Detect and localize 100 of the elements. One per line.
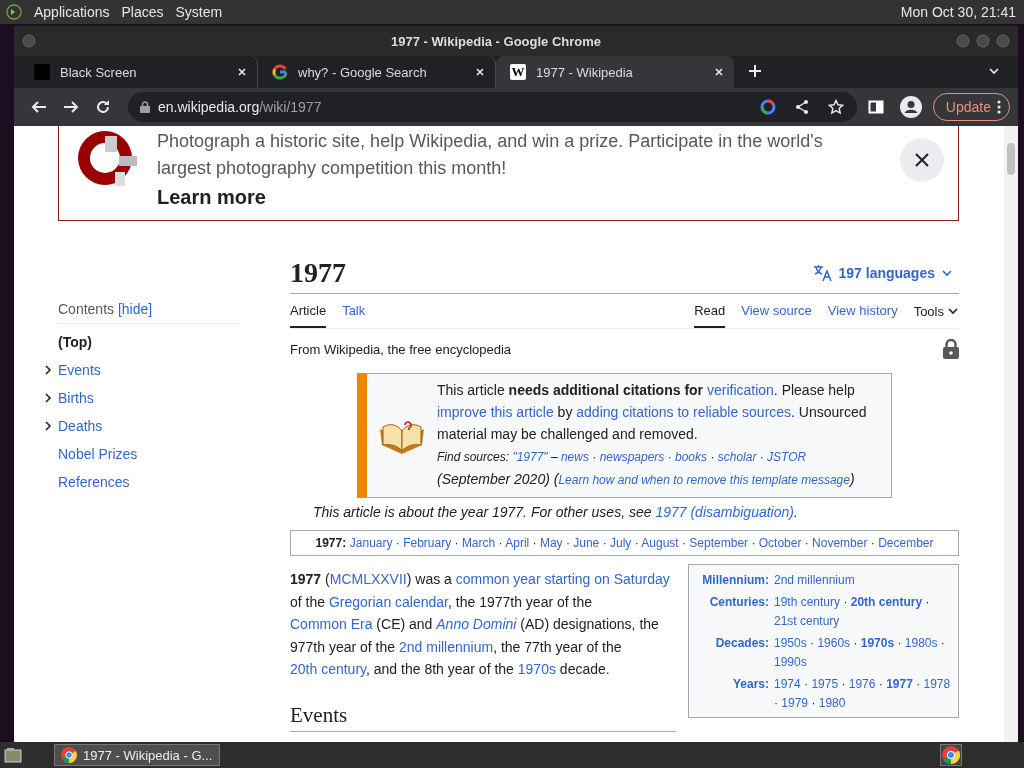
- infobox-label: Millennium:: [701, 572, 769, 589]
- infobox-label: Years:: [731, 676, 769, 693]
- arrow-left-icon: [31, 99, 47, 115]
- scrollbar[interactable]: [1004, 126, 1018, 742]
- browser-icon: [942, 746, 960, 764]
- link[interactable]: 1977 (disambiguation): [655, 504, 794, 520]
- close-icon: [237, 67, 247, 77]
- toc-item[interactable]: References: [58, 468, 130, 496]
- tab-title: why? - Google Search: [298, 64, 428, 80]
- find-sources-text: Find sources: "1977" – news · newspapers · books · scholar · JSTOR (September 2020) (Learn how and when to remove this template message): [437, 449, 856, 489]
- link[interactable]: October: [758, 536, 802, 550]
- toc-item[interactable]: Events: [58, 356, 101, 384]
- lock-icon: [943, 339, 959, 359]
- page-tab[interactable]: Article: [290, 294, 327, 328]
- star-icon: [827, 99, 844, 115]
- link[interactable]: 1978: [923, 677, 951, 691]
- notice-text: This article needs additional citations for verification. Please help improve this article by adding citations to reliable sources. Unsourced material may be challenged and removed.: [437, 381, 868, 444]
- link[interactable]: May: [539, 536, 563, 550]
- link[interactable]: September: [689, 536, 749, 550]
- lead-paragraph: 1977 (MCMLXXVII) was a common year starting on Saturday of the Gregorian calendar, the 1977th year of the Common Era (CE) and Anno Domini (AD) designations, the 977th year of the 2nd millennium, the 77th year of the 20th century, and the 8th year of the 1970s decade.: [290, 570, 671, 679]
- taskbar-button[interactable]: 1977 - Wikipedia - G...: [54, 744, 220, 766]
- link[interactable]: newspapers: [599, 450, 665, 464]
- link[interactable]: Anno Domini: [436, 616, 517, 632]
- link[interactable]: 2nd millennium: [774, 573, 855, 587]
- link[interactable]: November: [812, 536, 868, 550]
- address-bar[interactable]: en.wikipedia.org/wiki/1977: [128, 92, 857, 122]
- panel-menu[interactable]: Places: [121, 4, 164, 20]
- link[interactable]: 20th century: [850, 595, 923, 609]
- link[interactable]: 1980s: [904, 636, 938, 650]
- link[interactable]: July: [609, 536, 632, 550]
- link[interactable]: MCMLXXVII: [329, 571, 407, 587]
- close-button[interactable]: [900, 138, 944, 182]
- link[interactable]: 1977: [886, 677, 913, 691]
- arrow-right-icon: [63, 99, 79, 115]
- avatar-icon: [899, 96, 922, 118]
- browser-tab[interactable]: W 1977 - Wikipedia: [496, 56, 734, 88]
- square-icon: [34, 64, 50, 80]
- link[interactable]: June: [573, 536, 600, 550]
- link[interactable]: 1974: [774, 677, 801, 691]
- tools-menu[interactable]: Tools: [913, 294, 959, 328]
- ring-icon: [272, 64, 288, 80]
- learn-more-link[interactable]: Learn more: [157, 184, 266, 211]
- url-text: en.wikipedia.org/wiki/1977: [158, 99, 323, 115]
- link[interactable]: August: [641, 536, 679, 550]
- link[interactable]: common year starting on Saturday: [455, 571, 670, 587]
- link[interactable]: December: [878, 536, 934, 550]
- panel-menu[interactable]: Applications: [34, 4, 110, 20]
- translate-icon: [812, 264, 833, 282]
- link[interactable]: 1960s: [817, 636, 851, 650]
- page-tab[interactable]: Talk: [342, 294, 366, 328]
- link[interactable]: scholar: [717, 450, 757, 464]
- circle-icon: [976, 34, 990, 48]
- browser-launcher[interactable]: [940, 744, 962, 766]
- link[interactable]: "1977": [512, 450, 548, 464]
- link[interactable]: 1979: [781, 696, 809, 710]
- tagline: From Wikipedia, the free encyclopedia: [290, 341, 512, 357]
- link[interactable]: 1976: [848, 677, 876, 691]
- link[interactable]: Learn how and when to remove this template message: [558, 473, 850, 487]
- link[interactable]: April: [505, 536, 530, 550]
- link[interactable]: February: [403, 536, 452, 550]
- kebab-menu-icon: [997, 100, 1001, 114]
- link[interactable]: verification: [706, 382, 774, 398]
- link[interactable]: news: [560, 450, 589, 464]
- link[interactable]: improve this article: [437, 404, 554, 420]
- link[interactable]: Common Era: [290, 616, 373, 632]
- panel-menu[interactable]: System: [175, 4, 223, 20]
- link[interactable]: 1970s: [860, 636, 895, 650]
- page-tab[interactable]: Read: [694, 294, 726, 328]
- link[interactable]: books: [675, 450, 708, 464]
- window-title: 1977 - Wikipedia - Google Chrome: [389, 33, 603, 49]
- plus-icon: [748, 63, 762, 78]
- hatnote: This article is about the year 1977. For other uses, see 1977 (disambiguation).: [313, 503, 799, 522]
- hide-link[interactable]: [hide]: [117, 301, 153, 317]
- link[interactable]: JSTOR: [767, 450, 807, 464]
- article-title: 1977: [290, 257, 346, 289]
- link[interactable]: 1975: [811, 677, 839, 691]
- clock: Mon Oct 30, 21:41: [900, 4, 1016, 20]
- banner-text: Photograph a historic site, help Wikipedia, and win a prize. Participate in the world's largest photography competition this month!: [157, 130, 824, 180]
- link[interactable]: 1970s: [517, 661, 556, 677]
- link[interactable]: 20th century: [290, 661, 366, 677]
- link[interactable]: 21st century: [774, 614, 840, 628]
- infobox-value: 1974 · 1975 · 1976 · 1977 · 1978 · 1979 · 1980: [774, 676, 952, 712]
- link[interactable]: January: [349, 536, 393, 550]
- close-icon: [914, 152, 930, 168]
- link[interactable]: March: [461, 536, 496, 550]
- tab-title: 1977 - Wikipedia: [536, 64, 634, 80]
- toc-item[interactable]: Deaths: [58, 412, 103, 440]
- link[interactable]: Gregorian calendar: [328, 593, 448, 610]
- link[interactable]: 1990s: [774, 655, 807, 669]
- close-icon: [714, 67, 724, 77]
- share-icon: [793, 99, 810, 115]
- link[interactable]: 19th century: [774, 595, 841, 609]
- page-tab[interactable]: View source: [741, 294, 812, 328]
- toc-item[interactable]: Births: [58, 384, 94, 412]
- languages-button[interactable]: 197 languages: [806, 263, 959, 283]
- link[interactable]: 1980: [818, 696, 846, 710]
- page-tab[interactable]: View history: [827, 294, 898, 328]
- toc-item[interactable]: (Top): [58, 328, 92, 356]
- toc-item[interactable]: Nobel Prizes: [58, 440, 138, 468]
- link[interactable]: 1950s: [774, 636, 807, 650]
